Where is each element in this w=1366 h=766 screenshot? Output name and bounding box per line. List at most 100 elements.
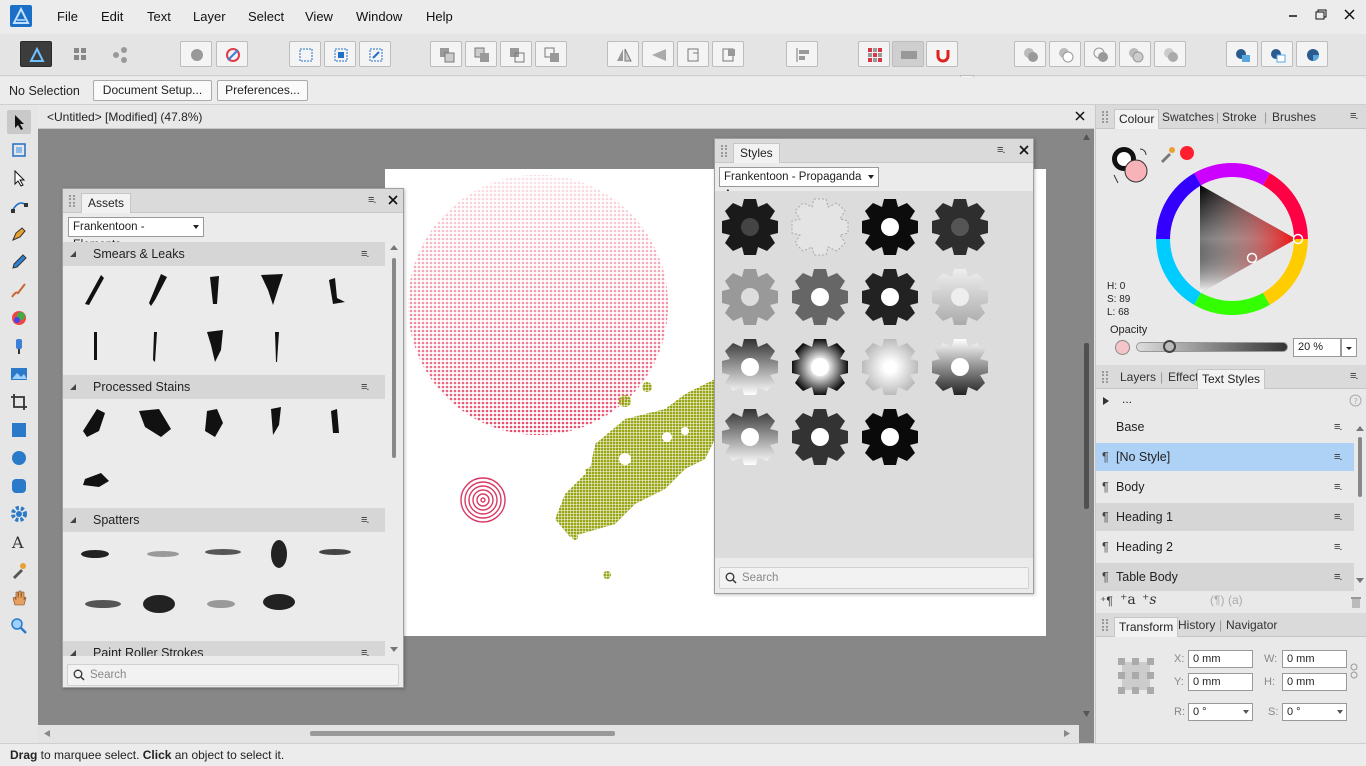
close-document-icon[interactable]: [1074, 110, 1086, 122]
rotate-right-button[interactable]: [712, 41, 744, 67]
info-icon[interactable]: ?: [1349, 394, 1362, 407]
move-tool-icon[interactable]: [7, 110, 31, 134]
panel-menu-icon[interactable]: ≡.: [1350, 370, 1359, 382]
tab-swatches[interactable]: Swatches: [1162, 109, 1214, 125]
pixel-persona-button[interactable]: [64, 41, 96, 67]
menu-view[interactable]: View: [305, 9, 333, 24]
vertical-scrollbar[interactable]: [1079, 129, 1094, 725]
text-style-row[interactable]: ¶ Body ≡.: [1096, 473, 1354, 501]
preferences-button[interactable]: Preferences...: [217, 80, 308, 101]
halftone-circle[interactable]: [408, 175, 668, 435]
expand-arrow-icon[interactable]: [1102, 396, 1110, 406]
geometry-subtract-button[interactable]: [1261, 41, 1293, 67]
category-header-smears[interactable]: Smears & Leaks ≡.: [63, 242, 385, 266]
text-style-row[interactable]: Base ≡.: [1096, 413, 1354, 441]
tab-assets[interactable]: Assets: [81, 193, 132, 213]
shear-dropdown-arrow[interactable]: [1336, 709, 1344, 715]
stains-thumbnails[interactable]: [73, 403, 373, 503]
pen-tool-icon[interactable]: [7, 222, 31, 246]
new-character-style-icon[interactable]: ⁺a: [1120, 592, 1136, 608]
panel-menu-icon[interactable]: ≡.: [997, 144, 1006, 156]
style-swatches[interactable]: [715, 191, 1033, 558]
zoom-tool-icon[interactable]: [7, 614, 31, 638]
align-button[interactable]: [786, 41, 818, 67]
geometry-intersect-button[interactable]: [1296, 41, 1328, 67]
text-style-row[interactable]: ¶ Heading 1 ≡.: [1096, 503, 1354, 531]
boolean-subtract-button[interactable]: [1049, 41, 1081, 67]
export-persona-button[interactable]: [103, 41, 135, 67]
tab-history[interactable]: History: [1178, 617, 1215, 633]
arrange-back-button[interactable]: [430, 41, 462, 67]
boolean-add-button[interactable]: [1014, 41, 1046, 67]
x-input[interactable]: 0 mm: [1188, 650, 1253, 668]
assets-panel-header[interactable]: Assets ≡.: [63, 189, 403, 213]
smears-thumbnails[interactable]: [73, 270, 373, 370]
menu-file[interactable]: File: [57, 9, 78, 24]
h-input[interactable]: 0 mm: [1282, 673, 1347, 691]
designer-persona-button[interactable]: [20, 41, 52, 67]
ellipse-tool-icon[interactable]: [7, 446, 31, 470]
transparency-tool-icon[interactable]: [7, 334, 31, 358]
arrange-front-button[interactable]: [535, 41, 567, 67]
eyedropper-icon[interactable]: [1158, 145, 1176, 163]
anchor-point-selector[interactable]: [1118, 658, 1154, 694]
row-menu-icon[interactable]: ≡.: [1334, 413, 1343, 441]
panel-grip-icon[interactable]: [721, 145, 727, 157]
tab-transform[interactable]: Transform: [1114, 617, 1179, 637]
vector-brush-tool-icon[interactable]: [7, 278, 31, 302]
color-picker-tool-icon[interactable]: [7, 558, 31, 582]
styles-panel-header[interactable]: Styles ≡.: [715, 139, 1033, 163]
apply-paragraph-style-icon[interactable]: (¶): [1210, 593, 1224, 607]
spatters-thumbnails[interactable]: [73, 536, 373, 626]
assets-category-dropdown[interactable]: Frankentoon - Elements: [68, 217, 204, 251]
row-menu-icon[interactable]: ≡.: [1334, 503, 1343, 531]
document-tab[interactable]: <Untitled> [Modified] (47.8%): [38, 105, 1094, 129]
close-panel-icon[interactable]: [388, 195, 398, 205]
menu-edit[interactable]: Edit: [101, 9, 123, 24]
tab-stroke[interactable]: Stroke: [1222, 109, 1257, 125]
boolean-intersect-button[interactable]: [1084, 41, 1116, 67]
artistic-text-tool-icon[interactable]: A: [7, 530, 31, 554]
apply-character-style-icon[interactable]: (a): [1228, 593, 1243, 607]
text-styles-scrollbar[interactable]: [1354, 423, 1366, 589]
opacity-slider-handle[interactable]: [1163, 340, 1176, 353]
restore-icon[interactable]: [1312, 7, 1332, 23]
assistant-button[interactable]: [180, 41, 212, 67]
new-style-from-selection-icon[interactable]: ⁺s: [1142, 592, 1157, 608]
minimize-icon[interactable]: [1284, 7, 1304, 23]
boolean-xor-button[interactable]: [1119, 41, 1151, 67]
snapping-options-button[interactable]: [216, 41, 248, 67]
horizontal-scrollbar[interactable]: [38, 725, 1079, 743]
text-style-row[interactable]: ¶ Table Body ≡.: [1096, 563, 1354, 591]
row-menu-icon[interactable]: ≡.: [1334, 563, 1343, 591]
snapping-magnet-button[interactable]: [926, 41, 958, 67]
close-panel-icon[interactable]: [1019, 145, 1029, 155]
geometry-add-button[interactable]: [1226, 41, 1258, 67]
fingerprint[interactable]: [460, 477, 506, 523]
fill-tool-icon[interactable]: [7, 306, 31, 330]
arrange-forward-button[interactable]: [500, 41, 532, 67]
row-menu-icon[interactable]: ≡.: [1334, 443, 1343, 471]
menu-select[interactable]: Select: [248, 9, 284, 24]
tab-brushes[interactable]: Brushes: [1272, 109, 1316, 125]
rotation-dropdown-arrow[interactable]: [1242, 709, 1250, 715]
document-setup-button[interactable]: Document Setup...: [93, 80, 212, 101]
y-input[interactable]: 0 mm: [1188, 673, 1253, 691]
assets-scrollbar[interactable]: [387, 242, 401, 656]
menu-help[interactable]: Help: [426, 9, 453, 24]
insert-behind-button[interactable]: [324, 41, 356, 67]
row-menu-icon[interactable]: ≡.: [1334, 473, 1343, 501]
rounded-rectangle-tool-icon[interactable]: [7, 474, 31, 498]
text-style-row[interactable]: ¶ Heading 2 ≡.: [1096, 533, 1354, 561]
w-input[interactable]: 0 mm: [1282, 650, 1347, 668]
opacity-slider[interactable]: [1136, 342, 1288, 352]
node-tool-icon[interactable]: [7, 166, 31, 190]
rectangle-tool-icon[interactable]: [7, 418, 31, 442]
panel-menu-icon[interactable]: ≡.: [1350, 110, 1359, 122]
styles-search-input[interactable]: Search: [719, 567, 1029, 589]
panel-grip-icon[interactable]: [1102, 111, 1108, 123]
menu-layer[interactable]: Layer: [193, 9, 226, 24]
category-header-roller[interactable]: Paint Roller Strokes ≡.: [63, 641, 385, 656]
crop-tool-icon[interactable]: [7, 390, 31, 414]
insert-inside-button[interactable]: [289, 41, 321, 67]
